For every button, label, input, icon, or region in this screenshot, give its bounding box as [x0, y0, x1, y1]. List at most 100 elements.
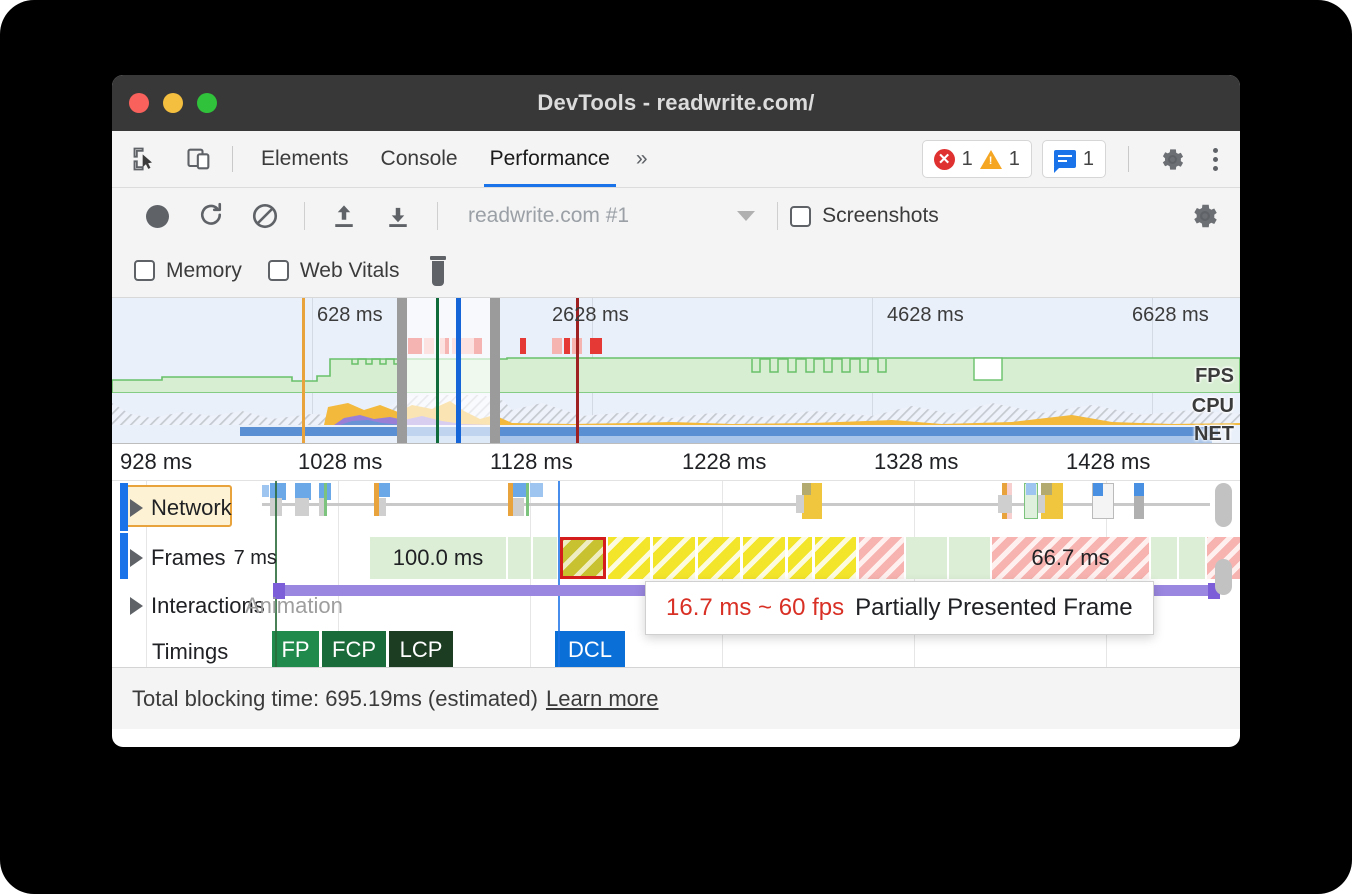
issues-count: 1: [1083, 148, 1094, 171]
load-profile-button[interactable]: [317, 196, 371, 236]
network-request[interactable]: [1041, 483, 1052, 495]
tab-console-label: Console: [381, 147, 458, 171]
clear-button[interactable]: [238, 196, 292, 236]
frame-block[interactable]: [815, 537, 858, 579]
tab-performance[interactable]: Performance: [474, 131, 626, 187]
minimize-window-button[interactable]: [163, 93, 183, 113]
frame-duration-label: 100.0 ms: [370, 545, 506, 571]
frame-block[interactable]: [508, 537, 532, 579]
overview-net-band: NET: [112, 425, 1240, 443]
cursor-select-icon[interactable]: [124, 139, 166, 179]
overview-cpu-band: CPU: [112, 393, 1240, 425]
network-request[interactable]: [1038, 495, 1045, 513]
profile-selector-label[interactable]: readwrite.com #1: [468, 204, 629, 228]
timing-chip-dcl[interactable]: DCL: [555, 631, 627, 667]
devtools-tabbar: Elements Console Performance » ✕ 1 1 1: [112, 131, 1240, 188]
network-request[interactable]: [1093, 483, 1103, 496]
frame-tooltip: 16.7 ms ~ 60 fps Partially Presented Fra…: [645, 581, 1154, 635]
network-request[interactable]: [1134, 483, 1144, 496]
close-window-button[interactable]: [129, 93, 149, 113]
frame-block[interactable]: [533, 537, 558, 579]
expand-triangle-icon[interactable]: [130, 597, 143, 615]
screenshots-checkbox-box[interactable]: [790, 206, 811, 227]
frame-block[interactable]: [743, 537, 787, 579]
network-request[interactable]: [324, 483, 327, 516]
timing-chip-fcp-label: FCP: [332, 637, 376, 663]
timing-chip-fp[interactable]: FP: [272, 631, 321, 667]
frame-block-selected[interactable]: [560, 537, 606, 579]
window-title: DevTools - readwrite.com/: [537, 90, 814, 116]
frame-block[interactable]: [1151, 537, 1178, 579]
reload-and-record-button[interactable]: [184, 196, 238, 236]
overview-cpu-label: CPU: [1192, 395, 1234, 418]
expand-triangle-icon[interactable]: [130, 549, 143, 567]
frame-block[interactable]: [1179, 537, 1206, 579]
frame-block[interactable]: [698, 537, 742, 579]
expand-triangle-icon[interactable]: [130, 499, 143, 517]
record-dot-icon: [146, 205, 169, 228]
ruler-tick-0: 928 ms: [120, 449, 192, 475]
frames-inline-duration: 7 ms: [234, 547, 277, 570]
gear-icon[interactable]: [1151, 139, 1193, 179]
timing-chip-lcp[interactable]: LCP: [389, 631, 455, 667]
tab-console[interactable]: Console: [365, 131, 474, 187]
frame-block[interactable]: [608, 537, 652, 579]
toolbar-divider-4: [437, 202, 438, 230]
record-button[interactable]: [130, 196, 184, 236]
toolbar-divider-2: [1128, 146, 1129, 172]
network-request[interactable]: [530, 483, 543, 497]
timing-chip-fcp[interactable]: FCP: [322, 631, 388, 667]
device-toolbar-icon[interactable]: [178, 139, 220, 179]
frame-block[interactable]: 66.7 ms: [992, 537, 1150, 579]
more-tabs-icon[interactable]: »: [626, 147, 658, 171]
flamechart-area[interactable]: Network: [112, 481, 1240, 667]
frame-block[interactable]: [788, 537, 814, 579]
frame-block[interactable]: 100.0 ms: [370, 537, 507, 579]
maximize-window-button[interactable]: [197, 93, 217, 113]
frames-selected-indicator: [120, 533, 128, 579]
track-network[interactable]: Network: [112, 481, 1240, 533]
screenshots-checkbox[interactable]: Screenshots: [790, 204, 939, 228]
toolbar-divider-3: [304, 202, 305, 230]
network-request[interactable]: [1026, 483, 1036, 495]
error-warning-badges[interactable]: ✕ 1 1: [922, 140, 1032, 178]
toolbar-divider-5: [777, 202, 778, 230]
memory-checkbox-box[interactable]: [134, 260, 155, 281]
vertical-scrollbar-thumb-top[interactable]: [1215, 483, 1232, 527]
web-vitals-label: Web Vitals: [300, 259, 400, 283]
clear-recording-button[interactable]: [425, 256, 451, 286]
learn-more-link[interactable]: Learn more: [546, 686, 659, 712]
issues-badge[interactable]: 1: [1042, 140, 1106, 178]
memory-checkbox[interactable]: Memory: [134, 259, 242, 283]
chevron-down-icon[interactable]: [737, 211, 755, 221]
network-request[interactable]: [295, 498, 309, 516]
frame-block[interactable]: [859, 537, 905, 579]
web-vitals-checkbox[interactable]: Web Vitals: [268, 259, 400, 283]
network-request[interactable]: [802, 483, 811, 495]
capture-settings-gear[interactable]: [1190, 201, 1240, 231]
network-request[interactable]: [379, 498, 386, 516]
frame-block[interactable]: [653, 537, 697, 579]
network-request[interactable]: [513, 498, 524, 516]
issues-icon: [1054, 150, 1076, 168]
overview-tick-3: 6628 ms: [1132, 304, 1209, 327]
network-request[interactable]: [998, 495, 1012, 513]
network-track-title[interactable]: Network: [130, 495, 232, 521]
network-request[interactable]: [526, 483, 529, 516]
frame-block[interactable]: [906, 537, 948, 579]
toolbar-divider: [232, 146, 233, 172]
network-request[interactable]: [796, 495, 804, 513]
vertical-scrollbar-thumb-bottom[interactable]: [1215, 559, 1232, 595]
tab-elements[interactable]: Elements: [245, 131, 365, 187]
network-request[interactable]: [262, 485, 269, 497]
web-vitals-checkbox-box[interactable]: [268, 260, 289, 281]
save-profile-button[interactable]: [371, 196, 425, 236]
network-request[interactable]: [379, 483, 390, 497]
frame-block[interactable]: [949, 537, 991, 579]
status-bar: Total blocking time: 695.19ms (estimated…: [112, 667, 1240, 729]
kebab-menu-icon[interactable]: [1203, 148, 1228, 171]
track-frames[interactable]: Frames 7 ms 100.0 ms 66: [112, 533, 1240, 581]
timeline-overview[interactable]: FPS CPU NET: [112, 298, 1240, 443]
frames-track-title[interactable]: Frames 7 ms: [130, 545, 277, 571]
warning-icon: [980, 150, 1002, 169]
